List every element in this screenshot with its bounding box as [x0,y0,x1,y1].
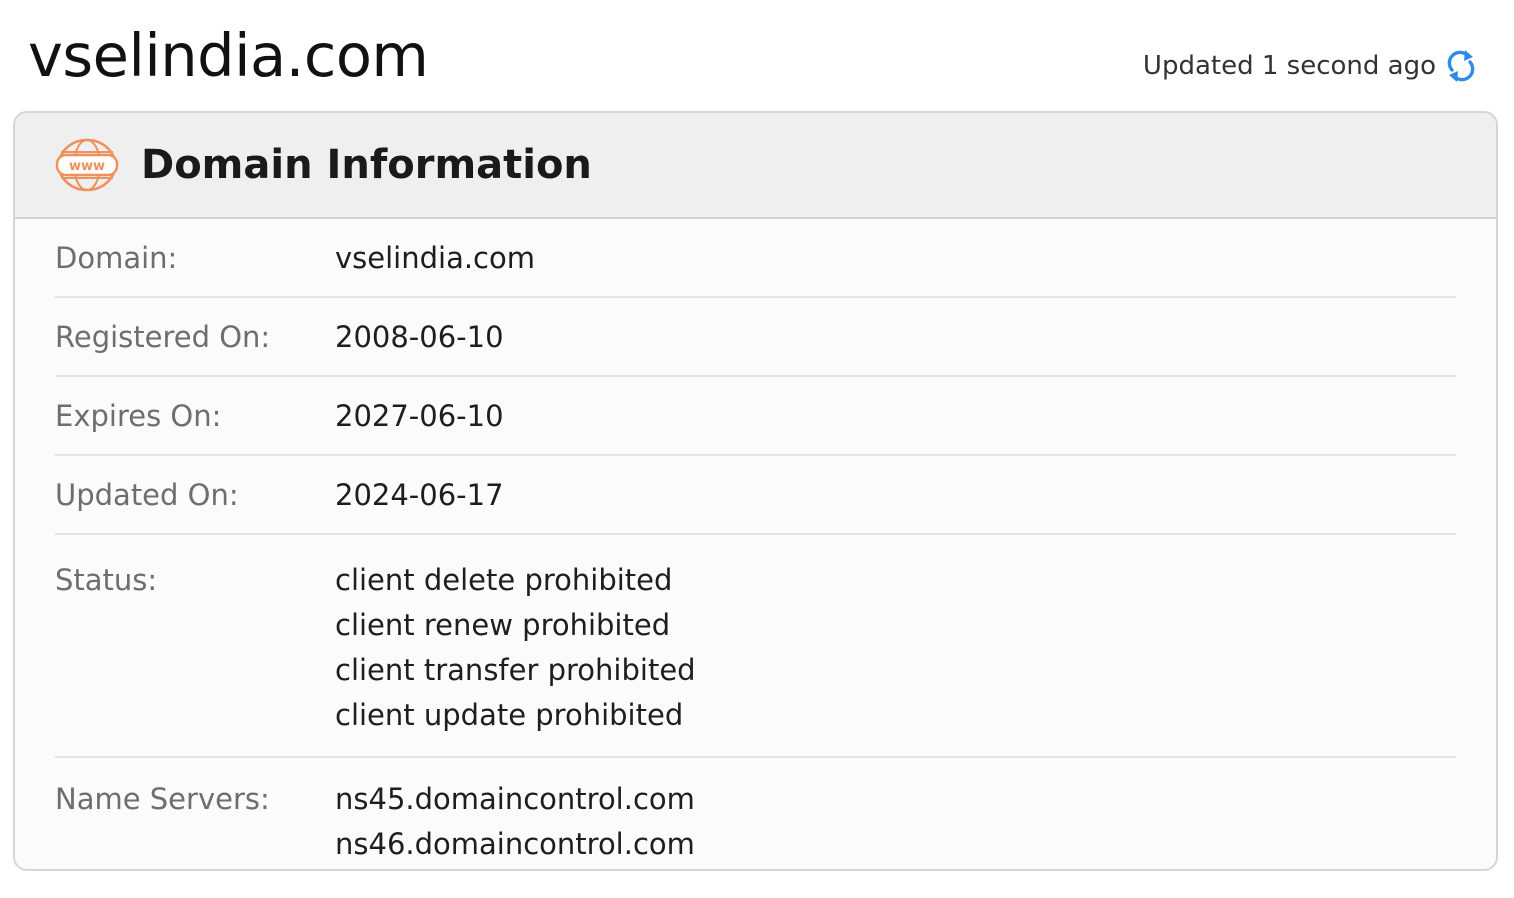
row-value: vselindia.com [335,240,535,275]
status-value: client transfer prohibited [335,653,696,687]
row-label: Registered On: [55,319,271,354]
row-label: Expires On: [55,398,222,433]
card-header: www Domain Information [15,113,1496,219]
updated-text: Updated 1 second ago [1142,51,1436,81]
info-row-status: Status: client delete prohibited client … [55,535,1456,758]
row-value: 2008-06-10 [335,319,504,354]
domain-information-card: www Domain Information Domain: vselindia… [13,111,1498,871]
updated-status: Updated 1 second ago [1143,48,1476,84]
info-row-expires-on: Expires On: 2027-06-10 [55,377,1456,456]
status-values: client delete prohibited client renew pr… [335,558,696,738]
www-icon: www [55,137,119,193]
row-label: Name Servers: [55,782,270,816]
status-value: client update prohibited [335,698,684,732]
row-value: 2024-06-17 [335,477,504,512]
status-value: client delete prohibited [335,563,673,597]
row-label: Status: [55,563,158,597]
card-title: Domain Information [141,142,592,188]
info-row-updated-on: Updated On: 2024-06-17 [55,456,1456,535]
name-server-values: ns45.domaincontrol.com ns46.domaincontro… [335,777,695,867]
info-rows: Domain: vselindia.com Registered On: 200… [15,219,1496,869]
status-value: client renew prohibited [335,608,671,642]
info-row-name-servers: Name Servers: ns45.domaincontrol.com ns4… [55,758,1456,869]
name-server-value: ns45.domaincontrol.com [335,782,695,816]
page: vselindia.com Updated 1 second ago www D… [0,0,1514,898]
info-row-registered-on: Registered On: 2008-06-10 [55,298,1456,377]
www-icon-text: www [69,159,105,174]
row-label: Domain: [55,240,178,275]
page-title: vselindia.com [28,21,429,90]
name-server-value: ns46.domaincontrol.com [335,827,695,861]
row-label: Updated On: [55,477,239,512]
info-row-domain: Domain: vselindia.com [55,219,1456,298]
row-value: 2027-06-10 [335,398,504,433]
refresh-icon[interactable] [1446,48,1476,84]
